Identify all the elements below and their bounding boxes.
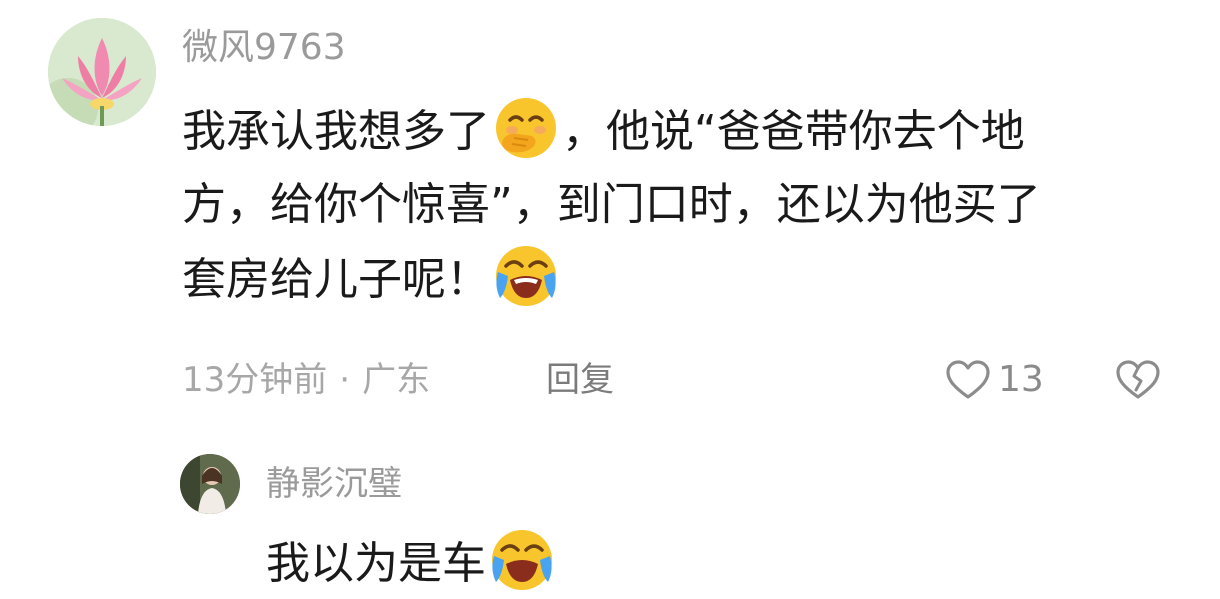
reply-username[interactable]: 静影沉璧 — [266, 464, 402, 504]
loudly-crying-face-icon — [492, 530, 552, 590]
face-with-hand-over-mouth-icon — [496, 98, 556, 158]
comment-text-segment: 套房给儿子呢！ — [182, 254, 490, 305]
comment-time: 13分钟前 — [182, 360, 328, 400]
heart-icon — [946, 360, 990, 399]
broken-heart-icon — [1116, 360, 1160, 399]
comment-text-segment: 我承认我想多了 — [182, 106, 490, 157]
comment-line-1: 我承认我想多了 ，他说“爸爸带你去个地 — [182, 94, 1182, 168]
meta-separator: · — [339, 360, 351, 400]
user-avatar[interactable] — [48, 18, 156, 126]
comment-username[interactable]: 微风9763 — [182, 28, 346, 68]
reply-avatar[interactable] — [180, 454, 240, 514]
loudly-crying-face-icon — [496, 246, 556, 306]
reply-button[interactable]: 回复 — [546, 358, 614, 402]
reply-text-segment: 我以为是车 — [266, 538, 486, 589]
comment-text-segment: ，他说“爸爸带你去个地 — [562, 106, 1025, 157]
comment-line-3: 套房给儿子呢！ — [182, 242, 1182, 316]
dislike-button[interactable] — [1114, 356, 1162, 404]
reply-text: 我以为是车 — [266, 526, 558, 599]
comment-text: 我承认我想多了 ，他说“爸爸带你去个地 方，给你个惊喜”，到门口时，还以为他买了… — [182, 94, 1182, 316]
comment-location: 广东 — [362, 360, 431, 400]
comment-item: 微风9763 我承认我想多了 ，他说“爸爸带你去个地 方，给你个惊喜”，到门口时… — [0, 0, 1220, 440]
person-photo-avatar-icon — [180, 454, 240, 514]
comment-line-2: 方，给你个惊喜”，到门口时，还以为他买了 — [182, 179, 1041, 230]
like-button[interactable]: 13 — [944, 356, 1044, 404]
like-count: 13 — [998, 359, 1044, 400]
comment-meta: 13分钟前 · 广东 — [182, 358, 430, 402]
lotus-avatar-icon — [48, 18, 156, 126]
